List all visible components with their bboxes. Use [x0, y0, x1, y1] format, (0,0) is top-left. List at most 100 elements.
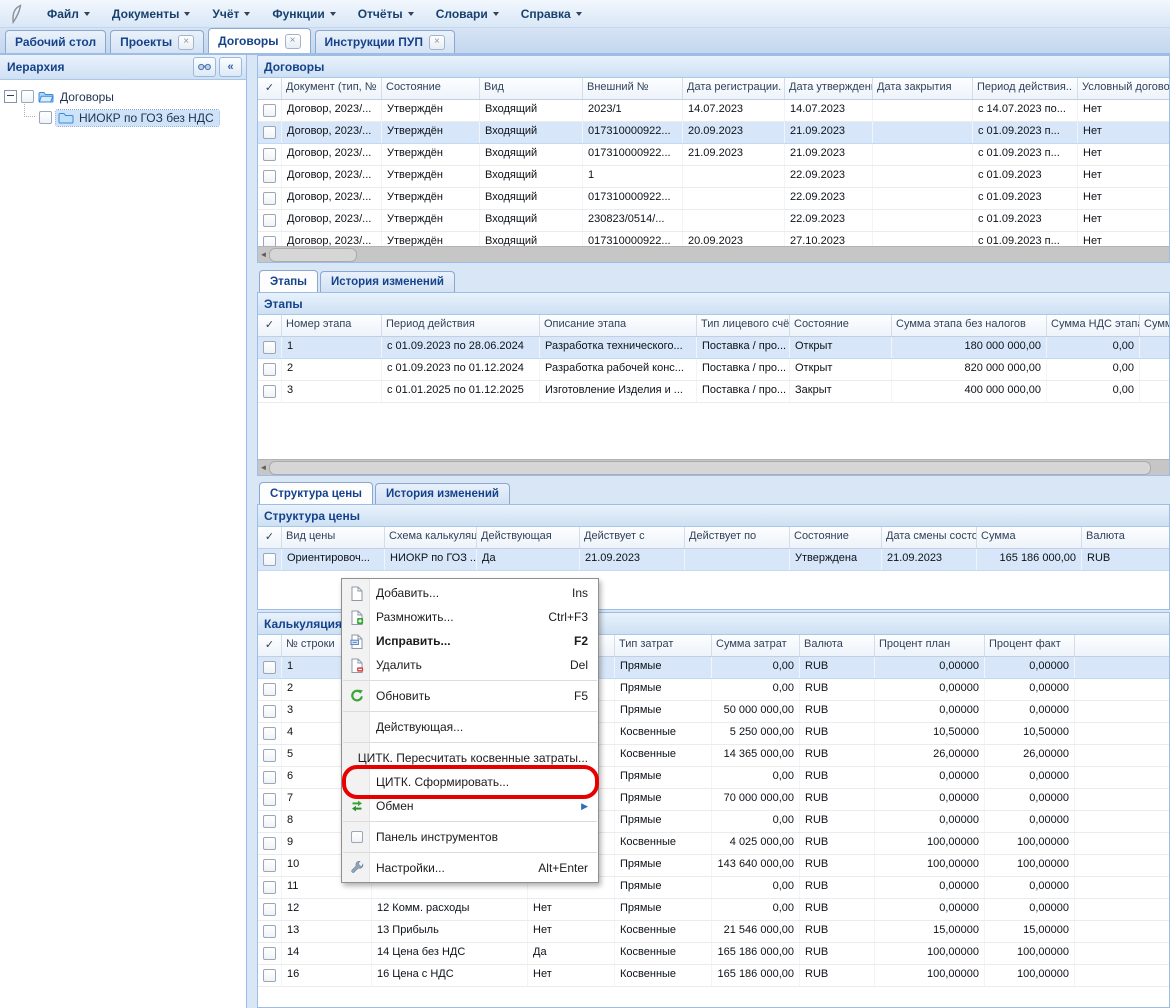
column-header[interactable]: Описание этапа [540, 315, 697, 336]
table-row[interactable]: 1с 01.09.2023 по 28.06.2024Разработка те… [258, 337, 1169, 359]
table-row[interactable]: 2с 01.09.2023 по 01.12.2024Разработка ра… [258, 359, 1169, 381]
column-header[interactable]: Процент план [875, 635, 985, 656]
tab-Договоры[interactable]: Договоры× [208, 28, 310, 53]
row-checkbox[interactable] [263, 214, 276, 227]
column-header[interactable]: Внешний № [583, 78, 683, 99]
row-checkbox[interactable] [263, 903, 276, 916]
row-checkbox[interactable] [263, 881, 276, 894]
row-checkbox[interactable] [263, 793, 276, 806]
tree-node-niokr[interactable]: НИОКР по ГОЗ без НДС [4, 107, 244, 128]
tree-node-contracts[interactable]: Договоры [4, 86, 244, 107]
subtab-Этапы[interactable]: Этапы [259, 270, 318, 292]
column-header-check[interactable]: ✓ [258, 78, 282, 99]
row-checkbox[interactable] [263, 771, 276, 784]
row-checkbox[interactable] [263, 683, 276, 696]
menubar-item-Отчёты[interactable]: Отчёты [347, 4, 425, 24]
column-header[interactable]: Тип затрат [615, 635, 712, 656]
column-header[interactable]: Сумма этапа без налогов [892, 315, 1047, 336]
close-icon[interactable]: × [429, 35, 445, 50]
row-checkbox[interactable] [263, 727, 276, 740]
column-header[interactable]: Процент факт [985, 635, 1075, 656]
column-header[interactable]: Период действия.. [973, 78, 1078, 99]
tab-Проекты[interactable]: Проекты× [110, 30, 204, 53]
column-header-check[interactable]: ✓ [258, 527, 282, 548]
tab-Рабочий стол[interactable]: Рабочий стол [5, 30, 106, 53]
row-checkbox[interactable] [263, 192, 276, 205]
row-checkbox[interactable] [263, 947, 276, 960]
close-icon[interactable]: × [178, 35, 194, 50]
table-row[interactable]: Договор, 2023/...УтверждёнВходящий230823… [258, 210, 1169, 232]
row-checkbox[interactable] [263, 553, 276, 566]
close-icon[interactable]: × [285, 34, 301, 49]
row-checkbox[interactable] [263, 385, 276, 398]
collapse-node-icon[interactable] [4, 90, 17, 103]
column-header[interactable]: Сумма НДС этапа [1047, 315, 1140, 336]
tree-node-selected[interactable]: НИОКР по ГОЗ без НДС [56, 110, 219, 126]
table-row[interactable]: Договор, 2023/...УтверждёнВходящий017310… [258, 144, 1169, 166]
subtab-Структура цены[interactable]: Структура цены [259, 482, 373, 504]
column-header[interactable]: Действующая [477, 527, 580, 548]
menu-item-панель-инструментов[interactable]: Панель инструментов [342, 825, 598, 849]
column-header[interactable]: Дата смены состоя [882, 527, 977, 548]
row-checkbox[interactable] [263, 341, 276, 354]
table-row[interactable]: 1616 Цена с НДСНетКосвенные165 186 000,0… [258, 965, 1169, 987]
table-row[interactable]: Договор, 2023/...УтверждёнВходящий017310… [258, 188, 1169, 210]
menu-item-цитк-пересчитать-косвенные-затраты-[interactable]: ЦИТК. Пересчитать косвенные затраты... [342, 746, 598, 770]
row-checkbox[interactable] [263, 925, 276, 938]
column-header[interactable]: Действует с [580, 527, 685, 548]
table-row[interactable]: 1414 Цена без НДСДаКосвенные165 186 000,… [258, 943, 1169, 965]
tree-checkbox[interactable] [39, 111, 52, 124]
menu-item-действующая-[interactable]: Действующая... [342, 715, 598, 739]
column-header-check[interactable]: ✓ [258, 315, 282, 336]
column-header[interactable]: Действует по [685, 527, 790, 548]
scroll-left-icon[interactable]: ◄ [259, 461, 268, 474]
row-checkbox[interactable] [263, 126, 276, 139]
tree-checkbox[interactable] [21, 90, 34, 103]
row-checkbox[interactable] [263, 815, 276, 828]
subtab-История изменений[interactable]: История изменений [375, 483, 510, 504]
table-row[interactable]: 1313 ПрибыльНетКосвенные21 546 000,00RUB… [258, 921, 1169, 943]
menu-item-удалить[interactable]: УдалитьDel [342, 653, 598, 677]
tab-Инструкции ПУП[interactable]: Инструкции ПУП× [315, 30, 455, 53]
table-row[interactable]: 3с 01.01.2025 по 01.12.2025Изготовление … [258, 381, 1169, 403]
column-header[interactable]: Дата закрытия [873, 78, 973, 99]
column-header[interactable]: Сумма [977, 527, 1082, 548]
column-header[interactable]: Сумма затрат [712, 635, 800, 656]
row-checkbox[interactable] [263, 859, 276, 872]
row-checkbox[interactable] [263, 749, 276, 762]
menu-item-размножить-[interactable]: Размножить...Ctrl+F3 [342, 605, 598, 629]
column-header[interactable]: Валюта [800, 635, 875, 656]
column-header-check[interactable]: ✓ [258, 635, 282, 656]
row-checkbox[interactable] [263, 661, 276, 674]
menu-item-цитк-сформировать-[interactable]: ЦИТК. Сформировать... [342, 770, 598, 794]
row-checkbox[interactable] [263, 837, 276, 850]
menu-item-настройки-[interactable]: Настройки...Alt+Enter [342, 856, 598, 880]
table-row[interactable]: Договор, 2023/...УтверждёнВходящий122.09… [258, 166, 1169, 188]
column-header[interactable] [1075, 635, 1169, 656]
column-header[interactable]: Состояние [382, 78, 480, 99]
column-header[interactable]: Вид цены [282, 527, 385, 548]
column-header[interactable]: Номер этапа [282, 315, 382, 336]
menu-item-исправить-[interactable]: Исправить...F2 [342, 629, 598, 653]
row-checkbox[interactable] [263, 969, 276, 982]
row-checkbox[interactable] [263, 705, 276, 718]
row-checkbox[interactable] [263, 363, 276, 376]
menubar-item-Учёт[interactable]: Учёт [201, 4, 261, 24]
column-header[interactable]: Тип лицевого счёт [697, 315, 790, 336]
column-header[interactable]: Состояние [790, 315, 892, 336]
menu-item-добавить-[interactable]: Добавить...Ins [342, 581, 598, 605]
scroll-left-icon[interactable]: ◄ [259, 248, 268, 261]
contracts-hscrollbar[interactable]: ◄ [258, 246, 1169, 262]
table-row[interactable]: 1212 Комм. расходыНетПрямые0,00RUB0,0000… [258, 899, 1169, 921]
column-header[interactable]: Документ (тип, № [282, 78, 382, 99]
row-checkbox[interactable] [263, 170, 276, 183]
column-header[interactable]: Условный договор [1078, 78, 1169, 99]
table-row[interactable]: Ориентировоч...НИОКР по ГОЗ ...Да21.09.2… [258, 549, 1169, 571]
scrollbar-thumb[interactable] [269, 461, 1151, 475]
subtab-История изменений[interactable]: История изменений [320, 271, 455, 292]
row-checkbox[interactable] [263, 104, 276, 117]
menubar-item-Функции[interactable]: Функции [261, 4, 346, 24]
column-header[interactable]: Валюта [1082, 527, 1169, 548]
column-header[interactable]: Дата регистрации. [683, 78, 785, 99]
column-header[interactable]: Вид [480, 78, 583, 99]
